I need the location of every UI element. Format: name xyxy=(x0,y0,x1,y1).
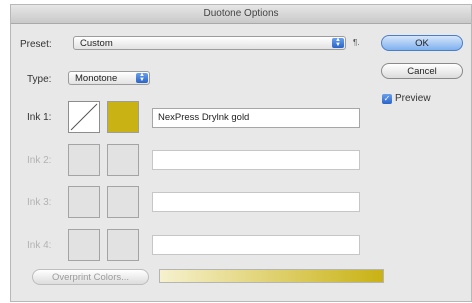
ink-2-label: Ink 2: xyxy=(27,155,52,166)
select-arrows-icon: ▲ ▼ xyxy=(332,37,344,48)
ink-2-color xyxy=(107,144,139,176)
preset-options-icon[interactable]: ¶. xyxy=(353,38,360,47)
duotone-dialog: Duotone Options Preset: Custom ▲ ▼ ¶. Typ… xyxy=(10,4,472,302)
color-ramp xyxy=(159,269,384,283)
type-value: Monotone xyxy=(75,73,118,84)
ink-1-label: Ink 1: xyxy=(27,112,52,123)
dialog-title: Duotone Options xyxy=(11,5,471,24)
curve-icon xyxy=(70,103,98,131)
ink-2-curve xyxy=(68,144,100,176)
ok-button[interactable]: OK xyxy=(381,35,463,51)
ink-3-color xyxy=(107,186,139,218)
ink-3-name-field xyxy=(152,192,360,212)
ink-3-label: Ink 3: xyxy=(27,197,52,208)
ink-1-color[interactable] xyxy=(107,101,139,133)
ink-4-label: Ink 4: xyxy=(27,240,52,251)
cancel-button[interactable]: Cancel xyxy=(381,63,463,79)
ink-2-name-field xyxy=(152,150,360,170)
preset-value: Custom xyxy=(80,38,113,49)
preset-label: Preset: xyxy=(20,39,52,50)
preview-checkbox[interactable]: ✓ xyxy=(382,94,392,104)
preset-select[interactable]: Custom ▲ ▼ xyxy=(73,36,346,50)
type-select[interactable]: Monotone ▲ ▼ xyxy=(68,71,150,85)
overprint-colors-button[interactable]: Overprint Colors... xyxy=(32,269,149,285)
ink-3-curve xyxy=(68,186,100,218)
ink-1-curve[interactable] xyxy=(68,101,100,133)
ink-1-name-field[interactable]: NexPress Drylnk gold xyxy=(152,108,360,128)
preview-option[interactable]: ✓ Preview xyxy=(382,93,462,105)
type-label: Type: xyxy=(27,74,52,85)
ink-4-curve xyxy=(68,229,100,261)
ink-4-color xyxy=(107,229,139,261)
select-arrows-icon: ▲ ▼ xyxy=(136,72,148,83)
preview-label: Preview xyxy=(395,93,431,104)
ink-4-name-field xyxy=(152,235,360,255)
